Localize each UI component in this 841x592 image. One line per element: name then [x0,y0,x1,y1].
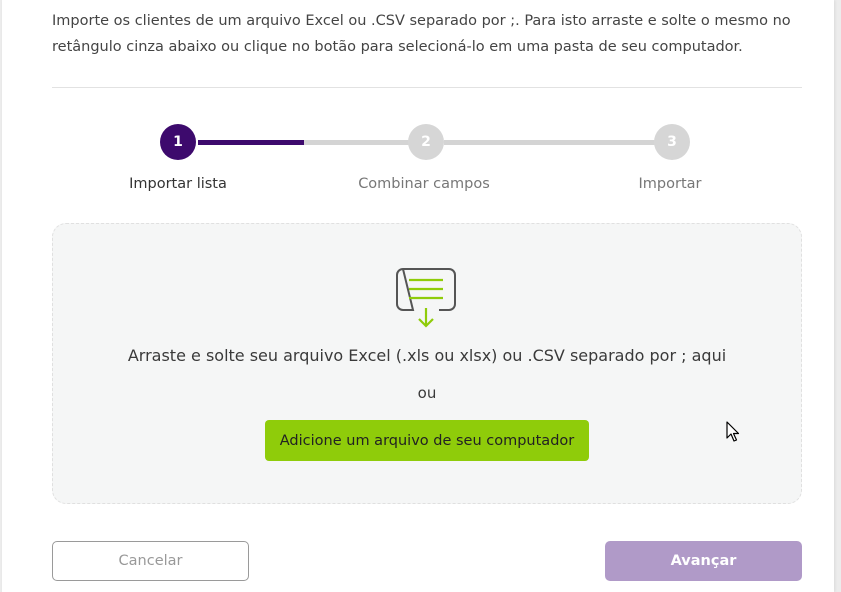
file-dropzone[interactable]: Arraste e solte seu arquivo Excel (.xls … [52,223,802,504]
mouse-cursor-icon [726,421,740,447]
file-download-icon [395,266,457,334]
step-label-3: Importar [638,176,702,192]
dropzone-instruction: Arraste e solte seu arquivo Excel (.xls … [127,346,727,365]
step-label-1: Importar lista [129,176,227,192]
step-circle-2: 2 [408,124,444,160]
add-file-button[interactable]: Adicione um arquivo de seu computador [265,420,589,461]
step-circle-1: 1 [160,124,196,160]
divider [52,87,802,88]
next-button[interactable]: Avançar [605,541,802,581]
intro-text: Importe os clientes de um arquivo Excel … [52,13,791,55]
step-label-2: Combinar campos [358,176,490,192]
cancel-button[interactable]: Cancelar [52,541,249,581]
import-panel: Importe os clientes de um arquivo Excel … [2,0,834,592]
or-separator: ou [417,384,437,402]
step-track-1 [198,140,409,145]
step-track-progress [198,140,304,145]
step-track-2 [444,140,656,145]
step-circle-3: 3 [654,124,690,160]
